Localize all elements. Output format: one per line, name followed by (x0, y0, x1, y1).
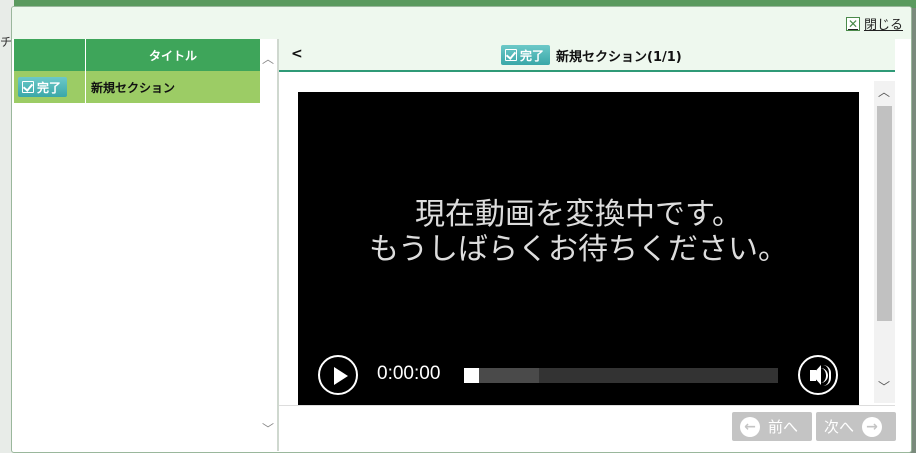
status-column-header (14, 39, 86, 71)
next-button[interactable]: 次へ → (816, 412, 896, 441)
section-list: タイトル 完了 新規セクション (14, 39, 260, 451)
play-icon[interactable] (318, 355, 358, 395)
progress-handle[interactable] (464, 368, 479, 383)
check-icon (22, 81, 34, 93)
progress-bar[interactable] (464, 368, 778, 383)
back-button[interactable]: < (291, 46, 303, 62)
row-title-cell: 新規セクション (91, 80, 176, 95)
viewer-panel: < 完了 新規セクション(1/1) 現在動画を変換中です。 もうしばらくお待ちく… (279, 39, 896, 451)
row-status-cell: 完了 (14, 71, 86, 103)
arrow-right-icon: → (862, 416, 883, 437)
dialog-titlebar: ✕ 閉じる (12, 7, 911, 39)
converting-message-line2: もうしばらくお待ちください。 (368, 232, 789, 267)
volume-icon[interactable] (798, 355, 838, 395)
converting-message: 現在動画を変換中です。 もうしばらくお待ちください。 (298, 197, 859, 267)
viewer-title-group: 完了 新規セクション(1/1) (501, 45, 682, 65)
scroll-down-icon[interactable]: ﹀ (262, 423, 274, 435)
close-icon: ✕ (845, 16, 860, 31)
status-badge-label: 完了 (520, 48, 545, 63)
section-title: 新規セクション(1/1) (556, 49, 682, 65)
status-badge: 完了 (18, 77, 68, 97)
title-column-header: タイトル (86, 39, 260, 71)
scroll-down-icon[interactable]: ﹀ (878, 381, 890, 393)
close-label: 閉じる (863, 18, 903, 33)
status-badge: 完了 (501, 45, 551, 65)
scroll-up-icon[interactable]: ︿ (878, 86, 890, 98)
time-display: 0:00:00 (377, 363, 441, 384)
video-player[interactable]: 現在動画を変換中です。 もうしばらくお待ちください。 0:00:00 (298, 92, 859, 405)
viewer-header: < 完了 新規セクション(1/1) (279, 39, 895, 72)
video-controls: 0:00:00 (298, 354, 859, 396)
navigation-bar: ← 前へ 次へ → (279, 405, 896, 451)
list-scrollbar[interactable]: ︿ ﹀ (260, 39, 277, 451)
arrow-left-icon: ← (740, 416, 760, 437)
status-badge-label: 完了 (37, 80, 62, 95)
section-list-header: タイトル (14, 39, 260, 71)
check-icon (505, 49, 517, 61)
prev-button[interactable]: ← 前へ (732, 412, 812, 441)
scroll-up-icon[interactable]: ︿ (262, 53, 274, 65)
next-label: 次へ (824, 418, 855, 436)
viewer-scrollbar[interactable]: ︿ ﹀ (874, 81, 895, 403)
prev-label: 前へ (768, 418, 799, 436)
scrollbar-thumb[interactable] (877, 106, 892, 321)
converting-message-line1: 現在動画を変換中です。 (415, 197, 742, 232)
table-row[interactable]: 完了 新規セクション (14, 71, 260, 104)
modal-dialog: ✕ 閉じる タイトル 完了 新規セクション ︿ ﹀ < 完了 新規セクション(1… (11, 6, 912, 453)
close-button[interactable]: ✕ 閉じる (845, 14, 903, 33)
